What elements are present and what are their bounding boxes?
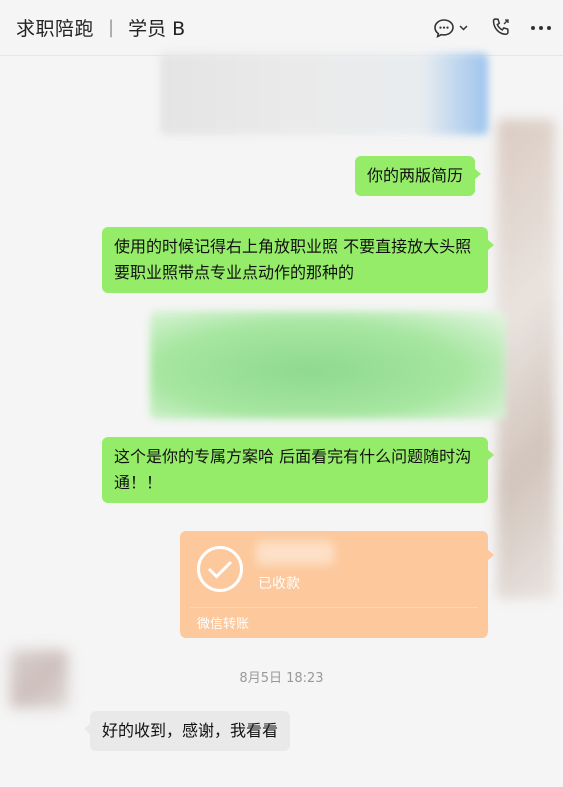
message-bubble[interactable]: 好的收到，感谢，我看看 (83, 711, 291, 751)
transfer-status: 已收款 (258, 576, 300, 592)
chat-bubble-icon[interactable] (433, 16, 473, 40)
more-icon[interactable] (529, 16, 553, 40)
message-bubble[interactable]: 这个是你的专属方案哈 后面看完有什么问题随时沟通！！ (102, 437, 494, 503)
message-text: 这个是你的专属方案哈 后面看完有什么问题随时沟通！！ (114, 447, 472, 492)
message-text: 使用的时候记得右上角放职业照 不要直接放大头照 要职业照带点专业点动作的那种的 (114, 237, 472, 282)
message-timestamp: 8月5日 18:23 (239, 671, 324, 686)
avatar (10, 650, 68, 708)
phone-icon[interactable] (489, 16, 513, 40)
message-text: 好的收到，感谢，我看看 (102, 721, 279, 740)
blurred-file-message[interactable] (150, 311, 505, 419)
transfer-card[interactable]: 已收款 微信转账 (180, 531, 494, 638)
transfer-label: 微信转账 (197, 617, 250, 632)
message-bubble[interactable]: 使用的时候记得右上角放职业照 不要直接放大头照 要职业照带点专业点动作的那种的 (102, 227, 494, 293)
header-actions (433, 16, 553, 40)
chat-area[interactable]: 你的两版简历 使用的时候记得右上角放职业照 不要直接放大头照 要职业照带点专业点… (0, 53, 563, 787)
blurred-image-message[interactable] (160, 53, 488, 135)
chat-header: 求职陪跑 | 学员 B (0, 0, 563, 56)
transfer-amount-blurred (256, 541, 334, 565)
title-separator: | (108, 17, 115, 38)
chat-subtitle: 学员 B (128, 18, 186, 40)
check-icon (197, 546, 243, 592)
chat-title: 求职陪跑 (16, 18, 95, 40)
avatar (497, 119, 555, 599)
message-bubble[interactable]: 你的两版简历 (355, 156, 482, 196)
transfer-divider (190, 607, 478, 608)
message-text: 你的两版简历 (367, 166, 464, 185)
